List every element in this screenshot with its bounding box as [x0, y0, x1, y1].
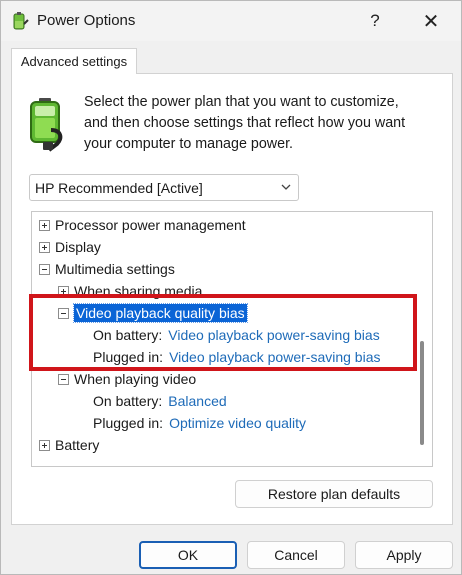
expand-icon[interactable]	[58, 285, 69, 297]
tree-item-battery[interactable]: Battery	[39, 434, 99, 456]
collapse-icon[interactable]	[58, 373, 69, 385]
close-button[interactable]: ✕	[413, 7, 449, 35]
setting-label: On battery:	[93, 327, 163, 343]
battery-plug-icon	[30, 98, 63, 152]
tree-item-label: When playing video	[74, 371, 197, 387]
tree-item-video-bias[interactable]: Video playback quality bias	[58, 302, 248, 324]
tree-item-label: When sharing media	[74, 283, 203, 299]
tree-item-label: Processor power management	[55, 217, 246, 233]
tree-item-multimedia[interactable]: Multimedia settings	[39, 258, 175, 280]
tree-item-label: Battery	[55, 437, 100, 453]
restore-plan-defaults-button[interactable]: Restore plan defaults	[235, 480, 433, 508]
setting-value-link[interactable]: Video playback power-saving bias	[168, 324, 379, 346]
help-button[interactable]: ?	[357, 7, 393, 35]
window-title: Power Options	[37, 12, 136, 29]
title-bar: Power Options ? ✕	[1, 1, 461, 41]
setting-value-link[interactable]: Video playback power-saving bias	[169, 346, 380, 368]
setting-label: Plugged in:	[93, 349, 164, 365]
setting-label: On battery:	[93, 393, 163, 409]
description-text: Select the power plan that you want to c…	[84, 94, 406, 152]
setting-value-link[interactable]: Optimize video quality	[169, 412, 306, 434]
power-options-dialog: Power Options ? ✕ Advanced settings Sele…	[0, 0, 462, 575]
tree-item-label: Display	[55, 239, 101, 255]
expand-icon[interactable]	[39, 241, 50, 253]
apply-button[interactable]: Apply	[355, 541, 453, 569]
tree-item-display[interactable]: Display	[39, 236, 101, 258]
tree-item-when-sharing[interactable]: When sharing media	[58, 280, 202, 302]
collapse-icon[interactable]	[39, 263, 50, 275]
expand-icon[interactable]	[39, 219, 50, 231]
tree-item-playing-plugged-in[interactable]: Plugged in: Optimize video quality	[93, 412, 306, 434]
tree-item-label: Multimedia settings	[55, 261, 175, 277]
tree-item-bias-plugged-in[interactable]: Plugged in: Video playback power-saving …	[93, 346, 380, 368]
tree-item-label-selected: Video playback quality bias	[73, 303, 248, 323]
settings-tree[interactable]: Processor power management Display Multi…	[31, 211, 433, 467]
setting-value-link[interactable]: Balanced	[168, 390, 226, 412]
power-plan-dropdown[interactable]: HP Recommended [Active]	[29, 174, 299, 201]
tab-advanced-settings[interactable]: Advanced settings	[11, 48, 137, 74]
tree-item-processor[interactable]: Processor power management	[39, 214, 246, 236]
cancel-button[interactable]: Cancel	[247, 541, 345, 569]
tree-item-when-playing[interactable]: When playing video	[58, 368, 196, 390]
collapse-icon[interactable]	[58, 307, 69, 319]
chevron-down-icon	[281, 184, 291, 190]
power-plan-selected-value: HP Recommended [Active]	[35, 179, 203, 196]
tree-item-bias-on-battery[interactable]: On battery: Video playback power-saving …	[93, 324, 380, 346]
expand-icon[interactable]	[39, 439, 50, 451]
power-options-icon	[13, 12, 29, 30]
tree-scrollbar-thumb[interactable]	[420, 341, 424, 445]
ok-button[interactable]: OK	[139, 541, 237, 569]
setting-label: Plugged in:	[93, 415, 164, 431]
tree-item-playing-on-battery[interactable]: On battery: Balanced	[93, 390, 227, 412]
